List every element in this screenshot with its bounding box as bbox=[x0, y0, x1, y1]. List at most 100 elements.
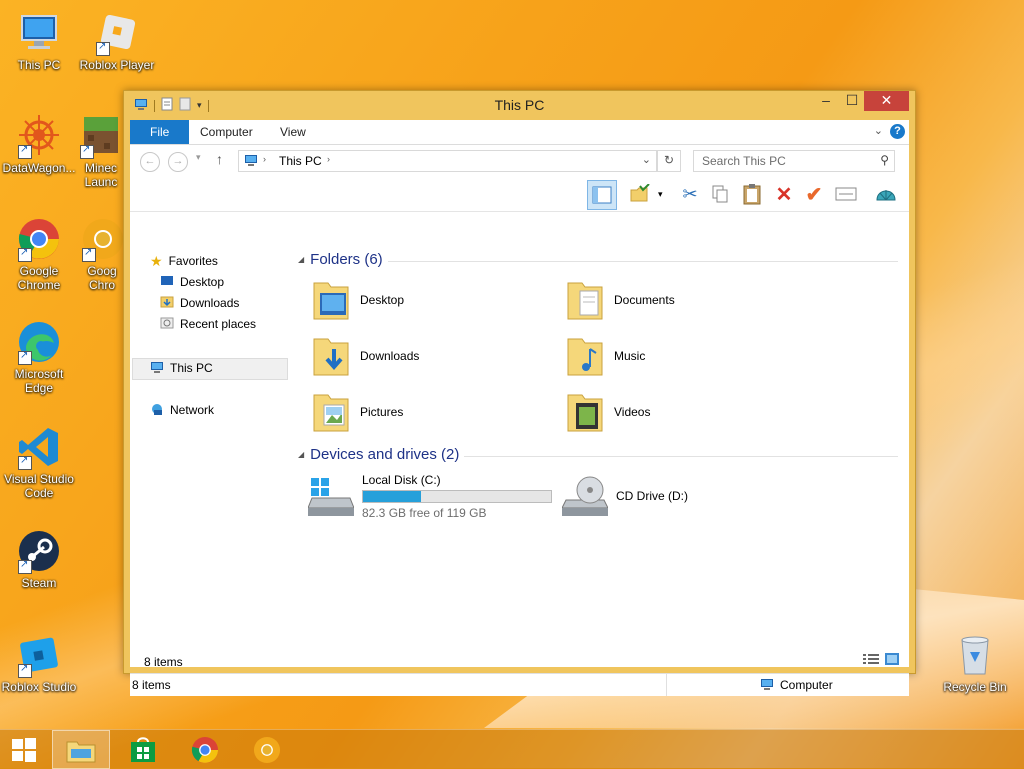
scissors-icon: ✂ bbox=[682, 183, 698, 204]
store-icon bbox=[131, 736, 155, 762]
folder-videos[interactable]: Videos bbox=[564, 387, 650, 437]
nav-desktop-label: Desktop bbox=[180, 275, 225, 289]
taskbar-chrome-canary[interactable] bbox=[238, 730, 296, 769]
address-path[interactable]: This PC bbox=[279, 154, 322, 168]
forward-button[interactable]: → bbox=[168, 152, 188, 172]
nav-recent-places-label: Recent places bbox=[180, 317, 257, 331]
cd-drive-icon bbox=[561, 474, 609, 518]
taskbar-file-explorer[interactable] bbox=[52, 730, 110, 769]
nav-network[interactable]: Network bbox=[150, 401, 214, 419]
desktop-icon-minecraft[interactable]: Minec Launc bbox=[78, 113, 124, 189]
maximize-button[interactable]: ☐ bbox=[840, 91, 864, 111]
downloads-folder-icon bbox=[310, 333, 352, 379]
desktop-icon-datawagon[interactable]: DataWagon... bbox=[0, 113, 78, 175]
tab-file[interactable]: File bbox=[130, 120, 190, 144]
folder-options-button[interactable] bbox=[626, 180, 654, 208]
recent-locations-icon[interactable]: ▾ bbox=[196, 152, 201, 163]
shortcut-arrow-icon bbox=[18, 454, 32, 470]
folder-music[interactable]: Music bbox=[564, 331, 645, 381]
taskbar-chrome[interactable] bbox=[176, 730, 234, 769]
network-icon bbox=[150, 403, 164, 418]
desktop-icon-google-chrome-2[interactable]: Goog Chro bbox=[80, 216, 124, 292]
up-arrow-icon[interactable]: ↑ bbox=[216, 151, 223, 167]
desktop-icon-roblox-player[interactable]: Roblox Player bbox=[78, 10, 156, 72]
desktop-icon-steam[interactable]: Steam bbox=[0, 528, 78, 590]
nav-this-pc[interactable]: This PC bbox=[150, 359, 213, 377]
collapse-triangle-icon[interactable]: ◢ bbox=[298, 255, 304, 264]
desktop-icon-vscode[interactable]: Visual Studio Code bbox=[0, 424, 78, 500]
back-button[interactable]: ← bbox=[140, 152, 160, 172]
chrome-canary-icon bbox=[80, 216, 126, 262]
desktop-icon-label: Google Chrome bbox=[17, 264, 61, 292]
recent-places-icon bbox=[160, 317, 174, 332]
group-devices-drives[interactable]: ◢ Devices and drives (2) bbox=[298, 446, 459, 463]
tab-view[interactable]: View bbox=[266, 120, 320, 144]
copy-button[interactable] bbox=[706, 180, 734, 208]
chevron-right-icon[interactable]: › bbox=[263, 154, 266, 164]
command-toolbar: ▾ ✂ ✕ ✔ bbox=[130, 177, 909, 212]
nav-favorites[interactable]: ★ Favorites bbox=[150, 252, 218, 270]
cut-button[interactable]: ✂ bbox=[676, 180, 704, 208]
drive-local-disk-c[interactable]: Local Disk (C:) 82.3 GB free of 119 GB bbox=[307, 468, 552, 524]
group-divider bbox=[388, 261, 898, 262]
tab-computer[interactable]: Computer bbox=[186, 120, 267, 144]
properties-button[interactable] bbox=[832, 180, 860, 208]
rename-button[interactable]: ✔ bbox=[800, 180, 828, 208]
desktop-icon-recycle-bin[interactable]: Recycle Bin bbox=[936, 632, 1014, 694]
music-folder-icon bbox=[564, 333, 606, 379]
collapse-triangle-icon[interactable]: ◢ bbox=[298, 450, 304, 459]
nav-recent-places[interactable]: Recent places bbox=[160, 315, 256, 333]
explorer-window: ▾ This PC – ☐ ✕ File Computer View ⌄ ? ←… bbox=[123, 90, 916, 696]
desktop-icon-label: DataWagon... bbox=[2, 161, 76, 175]
details-view-icon[interactable] bbox=[863, 653, 879, 668]
dropdown-icon[interactable]: ▾ bbox=[658, 189, 663, 200]
title-bar[interactable]: ▾ This PC – ☐ ✕ bbox=[124, 91, 915, 119]
minimize-button[interactable]: – bbox=[814, 91, 838, 111]
nav-network-label: Network bbox=[170, 403, 215, 417]
folder-downloads[interactable]: Downloads bbox=[310, 331, 419, 381]
address-dropdown-icon[interactable]: ⌄ bbox=[642, 153, 651, 166]
delete-button[interactable]: ✕ bbox=[770, 180, 798, 208]
search-icon[interactable]: ⚲ bbox=[880, 153, 889, 167]
large-icons-view-icon[interactable] bbox=[885, 653, 899, 668]
desktop-icon-label: Steam bbox=[21, 576, 57, 590]
ribbon-expand-icon[interactable]: ⌄ bbox=[874, 124, 883, 137]
checkmark-icon: ✔ bbox=[805, 183, 823, 206]
hard-drive-icon bbox=[307, 474, 355, 518]
folder-pictures[interactable]: Pictures bbox=[310, 387, 403, 437]
pictures-folder-icon bbox=[310, 389, 352, 435]
preview-pane-button[interactable] bbox=[587, 180, 617, 210]
desktop-icon-microsoft-edge[interactable]: Microsoft Edge bbox=[0, 319, 78, 395]
desktop-icon-roblox-studio[interactable]: Roblox Studio bbox=[0, 632, 78, 694]
desktop-icon-label: Visual Studio Code bbox=[4, 472, 74, 500]
taskbar bbox=[0, 729, 1024, 769]
desktop-icon-this-pc[interactable]: This PC bbox=[0, 10, 78, 72]
desktop-icon-label: Goog Chro bbox=[87, 264, 117, 292]
address-bar[interactable]: › This PC › ⌄ bbox=[238, 150, 657, 172]
computer-small-icon bbox=[760, 678, 774, 693]
desktop-icon-google-chrome[interactable]: Google Chrome bbox=[0, 216, 78, 292]
desktop-icon-label: Recycle Bin bbox=[943, 680, 1007, 694]
status-bar: 8 items Computer bbox=[130, 673, 909, 696]
paste-button[interactable] bbox=[738, 180, 766, 208]
taskbar-store[interactable] bbox=[114, 730, 172, 769]
drive-cd-d[interactable]: CD Drive (D:) bbox=[561, 468, 688, 524]
folder-label: Documents bbox=[614, 293, 675, 307]
chrome-canary-icon bbox=[253, 736, 281, 763]
chrome-icon bbox=[16, 216, 62, 262]
windows-logo-icon bbox=[12, 737, 36, 762]
shell-button[interactable] bbox=[872, 180, 900, 208]
folder-documents[interactable]: Documents bbox=[564, 275, 675, 325]
chevron-right-icon[interactable]: › bbox=[327, 154, 330, 164]
group-folders[interactable]: ◢ Folders (6) bbox=[298, 251, 383, 268]
help-button[interactable]: ? bbox=[890, 124, 905, 139]
folder-desktop[interactable]: Desktop bbox=[310, 275, 404, 325]
folder-label: Pictures bbox=[360, 405, 404, 419]
refresh-button[interactable]: ↻ bbox=[657, 150, 681, 172]
nav-downloads[interactable]: Downloads bbox=[160, 294, 239, 312]
close-button[interactable]: ✕ bbox=[864, 91, 909, 111]
start-button[interactable] bbox=[0, 730, 48, 769]
desktop-icon-label: Roblox Player bbox=[79, 58, 155, 72]
nav-desktop[interactable]: Desktop bbox=[160, 273, 224, 291]
search-box[interactable]: Search This PC ⚲ bbox=[693, 150, 895, 172]
